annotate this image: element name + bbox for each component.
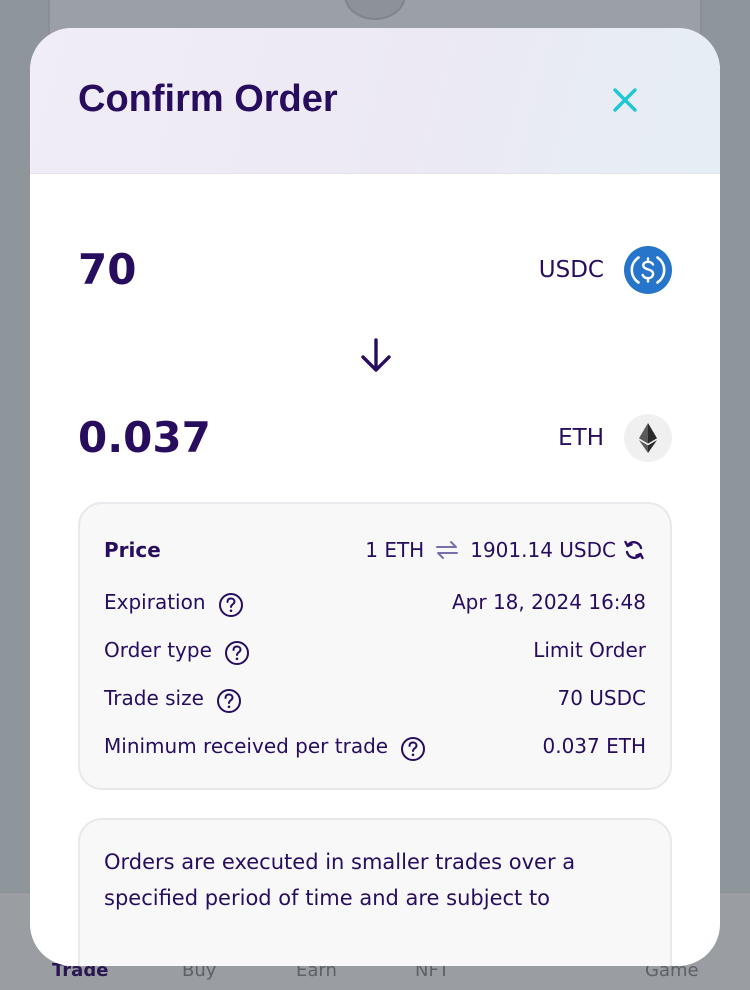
from-token-label: USDC (538, 257, 604, 283)
price-row: Price 1 ETH 1901.14 USDC (104, 534, 646, 566)
usdc-icon (624, 246, 672, 294)
swap-arrows-icon (436, 541, 459, 559)
help-icon[interactable] (216, 688, 242, 714)
confirm-order-modal: Confirm Order 70 USDC 0.037 ETH Price 1 … (30, 28, 720, 966)
to-amount-row: 0.037 ETH (30, 408, 720, 468)
min-received-row: Minimum received per trade 0.037 ETH (104, 730, 646, 762)
expiration-value: Apr 18, 2024 16:48 (451, 590, 646, 614)
order-note-card: Orders are executed in smaller trades ov… (78, 818, 672, 966)
to-token-label: ETH (558, 425, 604, 451)
order-type-row: Order type Limit Order (104, 634, 646, 666)
order-note-text: Orders are executed in smaller trades ov… (104, 850, 576, 910)
order-type-label: Order type (104, 638, 212, 662)
price-label: Price (104, 538, 161, 562)
close-button[interactable] (600, 80, 650, 120)
expiration-label: Expiration (104, 590, 206, 614)
trade-size-value: 70 USDC (557, 686, 646, 710)
refresh-icon[interactable] (622, 538, 646, 562)
help-icon[interactable] (400, 736, 426, 762)
help-icon[interactable] (218, 592, 244, 618)
help-icon[interactable] (224, 640, 250, 666)
modal-header: Confirm Order (30, 28, 720, 174)
eth-icon (624, 414, 672, 462)
price-base: 1 ETH (365, 538, 425, 562)
order-details-card: Price 1 ETH 1901.14 USDC Expiration Apr … (78, 502, 672, 790)
min-received-value: 0.037 ETH (542, 734, 646, 758)
trade-size-label: Trade size (104, 686, 204, 710)
price-quote: 1901.14 USDC (470, 538, 616, 562)
to-amount: 0.037 (78, 413, 211, 462)
price-value: 1 ETH 1901.14 USDC (365, 534, 616, 566)
from-amount: 70 (78, 245, 137, 294)
close-icon (613, 88, 637, 112)
from-amount-row: 70 USDC (30, 240, 720, 300)
min-received-label: Minimum received per trade (104, 734, 389, 758)
trade-size-row: Trade size 70 USDC (104, 682, 646, 714)
order-type-value: Limit Order (533, 638, 646, 662)
modal-title: Confirm Order (78, 78, 338, 120)
expiration-row: Expiration Apr 18, 2024 16:48 (104, 586, 646, 618)
arrow-down-icon (361, 338, 391, 372)
